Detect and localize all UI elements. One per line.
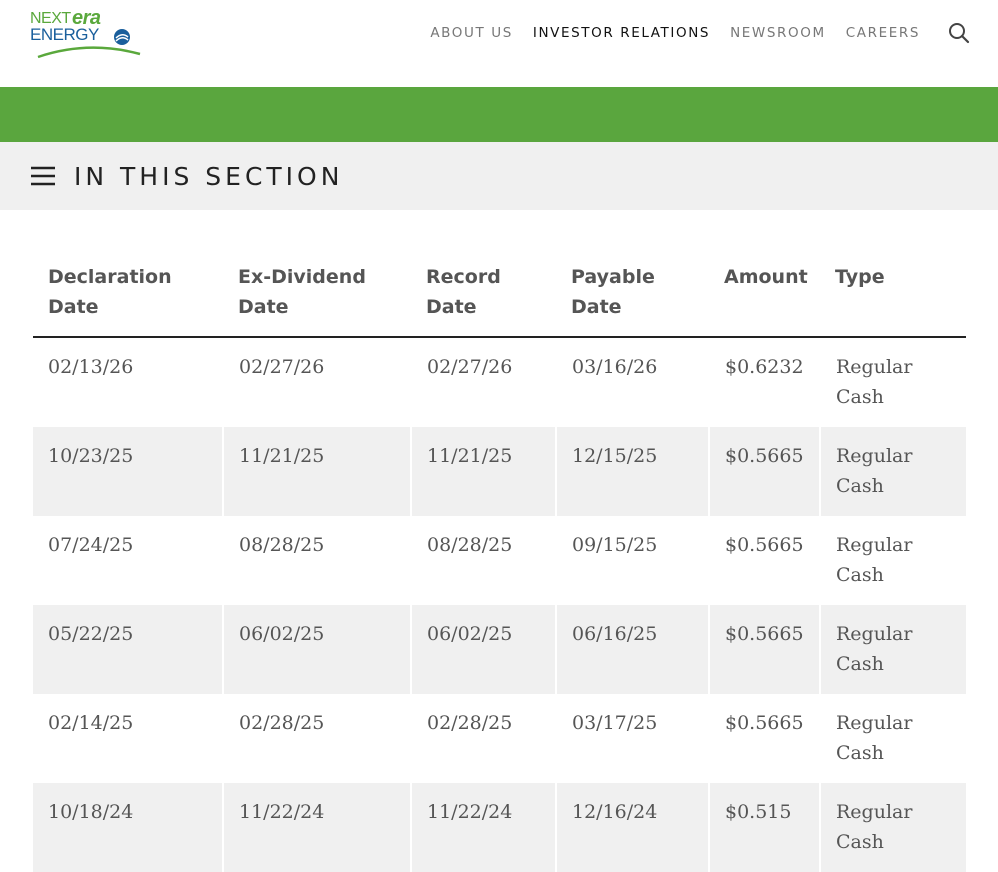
cell-record-date: 08/28/25 [410, 516, 556, 605]
column-header-ex-dividend-date: Ex-Dividend Date [223, 258, 411, 338]
table-header-row: Declaration Date Ex-Dividend Date Record… [33, 258, 966, 338]
cell-payable-date: 09/15/25 [555, 516, 709, 605]
cell-record-date: 02/28/25 [410, 694, 556, 783]
cell-declaration-date: 02/14/25 [48, 712, 134, 734]
cell-record-date: 06/02/25 [410, 605, 556, 694]
cell-type: Regular Cash [819, 337, 966, 427]
site-header: NEXT era ENERGY ABOUT US INVESTOR RELATI… [0, 0, 998, 87]
hamburger-menu-icon[interactable] [30, 165, 56, 187]
cell-payable-date: 03/17/25 [555, 694, 709, 783]
cell-amount: $0.5665 [708, 516, 820, 605]
nav-investor-relations[interactable]: INVESTOR RELATIONS [533, 25, 710, 41]
cell-type: Regular Cash [819, 783, 966, 872]
cell-declaration-date: 02/13/26 [48, 356, 134, 378]
column-header-amount: Amount [709, 258, 820, 338]
dividend-table: Declaration Date Ex-Dividend Date Record… [33, 258, 966, 872]
cell-type: Regular Cash [819, 427, 966, 516]
cell-amount: $0.5665 [708, 427, 820, 516]
cell-declaration-date: 07/24/25 [48, 534, 134, 556]
cell-declaration-date: 10/23/25 [33, 427, 223, 516]
cell-record-date: 11/21/25 [410, 427, 556, 516]
green-banner [0, 87, 998, 142]
cell-ex-dividend-date: 11/22/24 [222, 783, 411, 872]
in-this-section-toggle[interactable]: IN THIS SECTION [0, 142, 998, 210]
cell-ex-dividend-date: 08/28/25 [222, 516, 411, 605]
column-header-payable-date: Payable Date [556, 258, 709, 338]
cell-amount: $0.515 [708, 783, 820, 872]
cell-amount: $0.5665 [708, 605, 820, 694]
nav-newsroom[interactable]: NEWSROOM [730, 25, 826, 41]
cell-record-date: 11/22/24 [410, 783, 556, 872]
column-header-type: Type [820, 258, 966, 338]
cell-payable-date: 06/16/25 [555, 605, 709, 694]
cell-ex-dividend-date: 02/27/26 [222, 337, 411, 427]
cell-payable-date: 12/15/25 [555, 427, 709, 516]
cell-amount: $0.6232 [708, 337, 820, 427]
cell-ex-dividend-date: 02/28/25 [222, 694, 411, 783]
table-row: 02/14/25 02/28/25 02/28/25 03/17/25 $0.5… [33, 694, 966, 783]
main-nav: ABOUT US INVESTOR RELATIONS NEWSROOM CAR… [410, 0, 998, 66]
cell-record-date: 02/27/26 [410, 337, 556, 427]
cell-ex-dividend-date: 06/02/25 [222, 605, 411, 694]
cell-type: Regular Cash [819, 694, 966, 783]
table-row: 02/13/26 02/27/26 02/27/26 03/16/26 $0.6… [33, 337, 966, 427]
dividend-table-container: Declaration Date Ex-Dividend Date Record… [33, 258, 966, 872]
cell-payable-date: 12/16/24 [555, 783, 709, 872]
column-header-declaration-date: Declaration Date [33, 258, 223, 338]
cell-declaration-date: 05/22/25 [33, 605, 223, 694]
nextera-energy-logo[interactable]: NEXT era ENERGY [28, 7, 144, 62]
cell-declaration-date: 10/18/24 [33, 783, 223, 872]
logo-text-energy: ENERGY [30, 25, 99, 44]
nav-careers[interactable]: CAREERS [846, 25, 920, 41]
nav-about-us[interactable]: ABOUT US [430, 25, 513, 41]
cell-payable-date: 03/16/26 [555, 337, 709, 427]
table-row: 05/22/25 06/02/25 06/02/25 06/16/25 $0.5… [33, 605, 966, 694]
table-row: 07/24/25 08/28/25 08/28/25 09/15/25 $0.5… [33, 516, 966, 605]
section-title: IN THIS SECTION [74, 161, 344, 191]
cell-ex-dividend-date: 11/21/25 [222, 427, 411, 516]
column-header-record-date: Record Date [411, 258, 556, 338]
table-row: 10/18/24 11/22/24 11/22/24 12/16/24 $0.5… [33, 783, 966, 872]
search-icon[interactable] [948, 22, 970, 44]
cell-type: Regular Cash [819, 605, 966, 694]
cell-amount: $0.5665 [708, 694, 820, 783]
table-row: 10/23/25 11/21/25 11/21/25 12/15/25 $0.5… [33, 427, 966, 516]
cell-type: Regular Cash [819, 516, 966, 605]
